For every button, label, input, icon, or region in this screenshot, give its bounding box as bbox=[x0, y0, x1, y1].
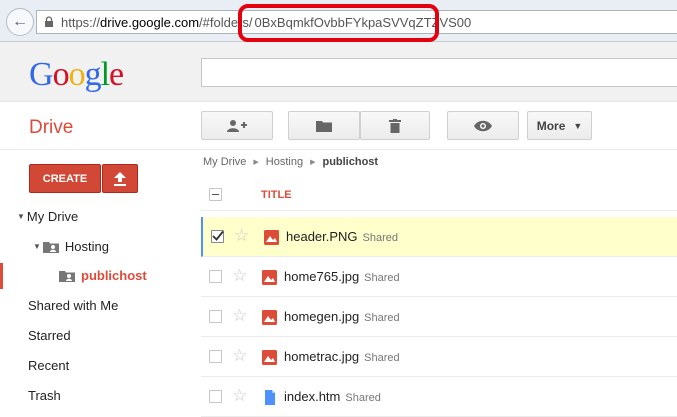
search-input[interactable] bbox=[201, 58, 677, 87]
shared-folder-icon bbox=[42, 241, 59, 253]
sidebar-item-trash[interactable]: Trash bbox=[28, 388, 61, 403]
active-indicator bbox=[0, 263, 3, 289]
star-icon[interactable]: ☆ bbox=[234, 226, 249, 246]
google-logo[interactable]: Google bbox=[29, 56, 124, 94]
image-file-icon bbox=[262, 270, 277, 285]
table-row[interactable]: ☆ hometrac.jpg Shared bbox=[201, 337, 677, 377]
folder-icon bbox=[316, 120, 332, 132]
sidebar-item-hosting[interactable]: ▼ Hosting bbox=[33, 239, 109, 254]
row-checkbox[interactable] bbox=[211, 230, 224, 243]
add-person-icon bbox=[227, 119, 247, 132]
file-name[interactable]: header.PNG Shared bbox=[286, 229, 398, 244]
table-row[interactable]: ☆ header.PNG Shared bbox=[201, 217, 677, 257]
move-to-folder-button[interactable] bbox=[288, 111, 360, 140]
sidebar-item-publichost[interactable]: publichost bbox=[59, 268, 147, 283]
title-column-header[interactable]: TITLE bbox=[261, 189, 292, 201]
google-header: Google bbox=[0, 42, 677, 102]
chevron-right-icon: ▶ bbox=[310, 159, 316, 166]
back-arrow-icon: ← bbox=[12, 13, 28, 30]
row-checkbox[interactable] bbox=[209, 390, 222, 403]
star-icon[interactable]: ☆ bbox=[232, 386, 247, 406]
table-row[interactable]: ☆ home765.jpg Shared bbox=[201, 257, 677, 297]
lock-icon bbox=[45, 16, 53, 27]
breadcrumb-current: publichost bbox=[322, 156, 379, 168]
table-row[interactable]: ☆ homegen.jpg Shared bbox=[201, 297, 677, 337]
file-name[interactable]: index.htm Shared bbox=[284, 389, 381, 404]
browser-url-bar: ← https://drive.google.com/#folders/0BxB… bbox=[0, 0, 677, 42]
eye-icon bbox=[474, 120, 492, 131]
image-file-icon bbox=[262, 310, 277, 325]
shared-badge: Shared bbox=[362, 232, 399, 244]
app-title[interactable]: Drive bbox=[29, 117, 73, 139]
breadcrumb-item[interactable]: Hosting bbox=[266, 156, 303, 168]
sidebar-item-label: My Drive bbox=[26, 209, 79, 224]
trash-icon bbox=[389, 118, 401, 133]
chevron-right-icon: ▶ bbox=[253, 159, 259, 166]
breadcrumb-item[interactable]: My Drive bbox=[203, 156, 246, 168]
star-icon[interactable]: ☆ bbox=[232, 266, 247, 286]
back-button[interactable]: ← bbox=[6, 8, 34, 36]
shared-badge: Shared bbox=[364, 272, 400, 284]
image-file-icon bbox=[264, 230, 279, 245]
more-menu-button[interactable]: More ▼ bbox=[527, 111, 592, 140]
file-name[interactable]: home765.jpg Shared bbox=[284, 269, 400, 284]
shared-badge: Shared bbox=[364, 312, 400, 324]
more-label: More bbox=[536, 118, 566, 133]
sidebar-item-starred[interactable]: Starred bbox=[28, 328, 71, 343]
delete-button[interactable] bbox=[360, 111, 430, 140]
preview-button[interactable] bbox=[447, 111, 519, 140]
table-row[interactable]: ☆ index.htm Shared bbox=[201, 377, 677, 417]
chevron-down-icon: ▼ bbox=[573, 120, 583, 131]
row-checkbox[interactable] bbox=[209, 270, 222, 283]
document-file-icon bbox=[265, 390, 275, 405]
file-list-header: TITLE bbox=[201, 178, 677, 211]
star-icon[interactable]: ☆ bbox=[232, 346, 247, 366]
share-button[interactable] bbox=[201, 111, 273, 140]
shared-badge: Shared bbox=[364, 352, 400, 364]
toolbar-divider bbox=[0, 149, 677, 150]
url-highlight-annotation bbox=[238, 4, 439, 42]
checkmark-icon bbox=[212, 230, 224, 241]
expand-triangle-icon[interactable]: ▼ bbox=[33, 242, 41, 251]
row-checkbox[interactable] bbox=[209, 310, 222, 323]
shared-folder-icon bbox=[59, 270, 75, 282]
sidebar-item-label: Hosting bbox=[64, 239, 109, 254]
star-icon[interactable]: ☆ bbox=[232, 306, 247, 326]
shared-badge: Shared bbox=[345, 392, 381, 404]
expand-triangle-icon[interactable]: ▼ bbox=[17, 212, 25, 221]
row-checkbox[interactable] bbox=[209, 350, 222, 363]
image-file-icon bbox=[262, 350, 277, 365]
sidebar-item-my-drive[interactable]: ▼ My Drive bbox=[17, 209, 78, 224]
url-scheme: https:// bbox=[61, 14, 101, 30]
breadcrumb: My Drive ▶ Hosting ▶ publichost bbox=[203, 156, 378, 168]
create-button[interactable]: CREATE bbox=[29, 164, 101, 193]
sidebar-item-recent[interactable]: Recent bbox=[28, 358, 69, 373]
select-all-checkbox[interactable] bbox=[209, 188, 222, 201]
file-name[interactable]: hometrac.jpg Shared bbox=[284, 349, 400, 364]
upload-button[interactable] bbox=[102, 164, 138, 193]
sidebar-item-shared-with-me[interactable]: Shared with Me bbox=[28, 298, 118, 313]
upload-icon bbox=[114, 171, 126, 186]
sidebar-item-label: publichost bbox=[81, 268, 147, 283]
file-name[interactable]: homegen.jpg Shared bbox=[284, 309, 400, 324]
url-host: drive.google.com bbox=[100, 14, 200, 30]
